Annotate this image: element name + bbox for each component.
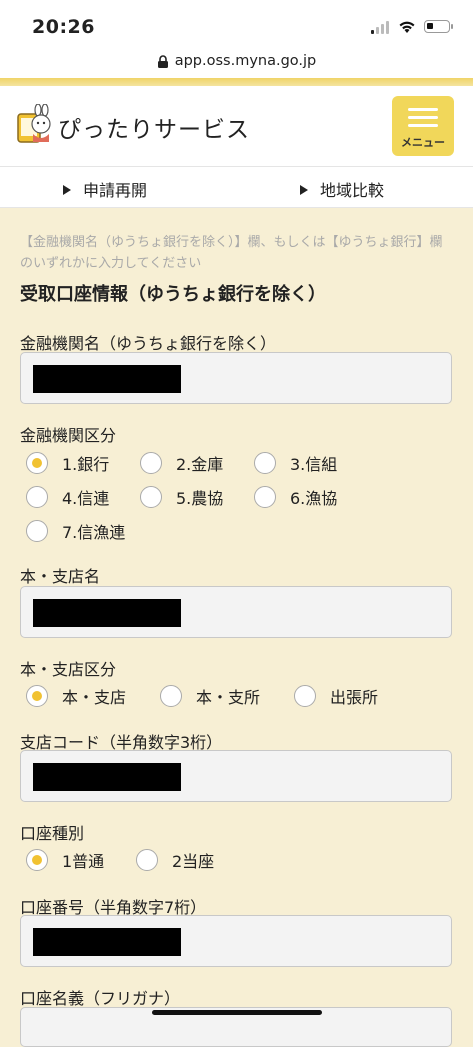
site-name[interactable]: ぴったりサービス xyxy=(58,110,250,144)
menu-label: メニュー xyxy=(401,136,445,149)
triangle-right-icon xyxy=(63,185,71,195)
url-bar[interactable]: app.oss.myna.go.jp xyxy=(0,44,473,78)
radio-button[interactable] xyxy=(136,849,158,871)
nav-link-compare[interactable]: 地域比較 xyxy=(300,177,384,201)
account-type-option-checking[interactable]: 2当座 xyxy=(136,848,214,872)
home-indicator[interactable] xyxy=(152,1010,322,1015)
radio-button[interactable] xyxy=(26,486,48,508)
radio-button[interactable] xyxy=(254,486,276,508)
option-label: 7.信漁連 xyxy=(62,523,126,542)
option-label: 5.農協 xyxy=(176,489,224,508)
menu-button[interactable]: メニュー xyxy=(392,96,454,156)
option-label: 本・支店 xyxy=(62,688,127,707)
bank-type-option-gyokyo[interactable]: 6.漁協 xyxy=(254,485,337,509)
redacted-value xyxy=(33,928,181,956)
redacted-value xyxy=(33,763,181,791)
branch-code-input[interactable] xyxy=(20,750,452,802)
header-accent-strip xyxy=(0,78,473,86)
hamburger-icon xyxy=(408,108,438,111)
status-time: 20:26 xyxy=(32,16,95,38)
option-label: 3.信組 xyxy=(290,455,338,474)
option-label: 6.漁協 xyxy=(290,489,338,508)
radio-button[interactable] xyxy=(26,849,48,871)
battery-icon xyxy=(424,20,453,33)
lock-icon xyxy=(157,54,168,68)
site-header: ぴったりサービス メニュー xyxy=(0,86,473,166)
account-type-option-ordinary[interactable]: 1普通 xyxy=(26,848,104,872)
bank-name-label: 金融機関名（ゆうちょ銀行を除く） xyxy=(20,334,277,353)
top-nav: 申請再開 地域比較 xyxy=(0,166,473,208)
bank-type-option-shinren[interactable]: 4.信連 xyxy=(26,485,109,509)
form-note: 【金融機関名（ゆうちょ銀行を除く）】欄、もしくは【ゆうちょ銀行】欄のいずれかに入… xyxy=(20,235,443,271)
bank-type-option-bank[interactable]: 1.銀行 xyxy=(26,451,109,475)
branch-type-option-office[interactable]: 出張所 xyxy=(294,684,378,708)
radio-button[interactable] xyxy=(26,685,48,707)
bank-type-option-shinkin[interactable]: 2.金庫 xyxy=(140,451,223,475)
triangle-right-icon xyxy=(300,185,308,195)
option-label: 1普通 xyxy=(62,852,105,871)
branch-name-label: 本・支店名 xyxy=(20,567,101,586)
radio-button[interactable] xyxy=(26,452,48,474)
bank-type-option-shinkumi[interactable]: 3.信組 xyxy=(254,451,337,475)
bank-name-input[interactable] xyxy=(20,352,452,404)
redacted-value xyxy=(33,599,181,627)
section-title: 受取口座情報（ゆうちょ銀行を除く） xyxy=(20,284,326,305)
radio-button[interactable] xyxy=(140,486,162,508)
option-label: 出張所 xyxy=(330,688,379,707)
account-type-label: 口座種別 xyxy=(20,824,85,843)
cellular-signal-icon xyxy=(371,20,389,34)
branch-type-option-sub[interactable]: 本・支所 xyxy=(160,684,260,708)
account-number-input[interactable] xyxy=(20,915,452,967)
radio-button[interactable] xyxy=(294,685,316,707)
status-bar: 20:26 xyxy=(0,0,473,44)
hamburger-icon-bar xyxy=(408,124,438,127)
option-label: 4.信連 xyxy=(62,489,110,508)
radio-button[interactable] xyxy=(140,452,162,474)
nav-label: 申請再開 xyxy=(83,181,148,200)
option-label: 2当座 xyxy=(172,852,215,871)
wifi-icon xyxy=(399,21,415,33)
account-holder-label: 口座名義（フリガナ） xyxy=(20,989,181,1008)
branch-name-input[interactable] xyxy=(20,586,452,638)
redacted-value xyxy=(33,365,181,393)
radio-button[interactable] xyxy=(26,520,48,542)
radio-button[interactable] xyxy=(254,452,276,474)
url-text: app.oss.myna.go.jp xyxy=(174,53,317,69)
branch-type-label: 本・支店区分 xyxy=(20,660,117,679)
bank-type-option-nokyo[interactable]: 5.農協 xyxy=(140,485,223,509)
branch-type-option-main[interactable]: 本・支店 xyxy=(26,684,126,708)
rabbit-logo-icon[interactable] xyxy=(16,104,54,144)
bank-type-label: 金融機関区分 xyxy=(20,426,117,445)
nav-label: 地域比較 xyxy=(320,181,385,200)
radio-button[interactable] xyxy=(160,685,182,707)
option-label: 1.銀行 xyxy=(62,455,110,474)
hamburger-icon-bar xyxy=(408,116,438,119)
option-label: 2.金庫 xyxy=(176,455,224,474)
bank-type-option-shingyoren[interactable]: 7.信漁連 xyxy=(26,519,125,543)
nav-link-resume[interactable]: 申請再開 xyxy=(63,177,147,201)
option-label: 本・支所 xyxy=(196,688,261,707)
